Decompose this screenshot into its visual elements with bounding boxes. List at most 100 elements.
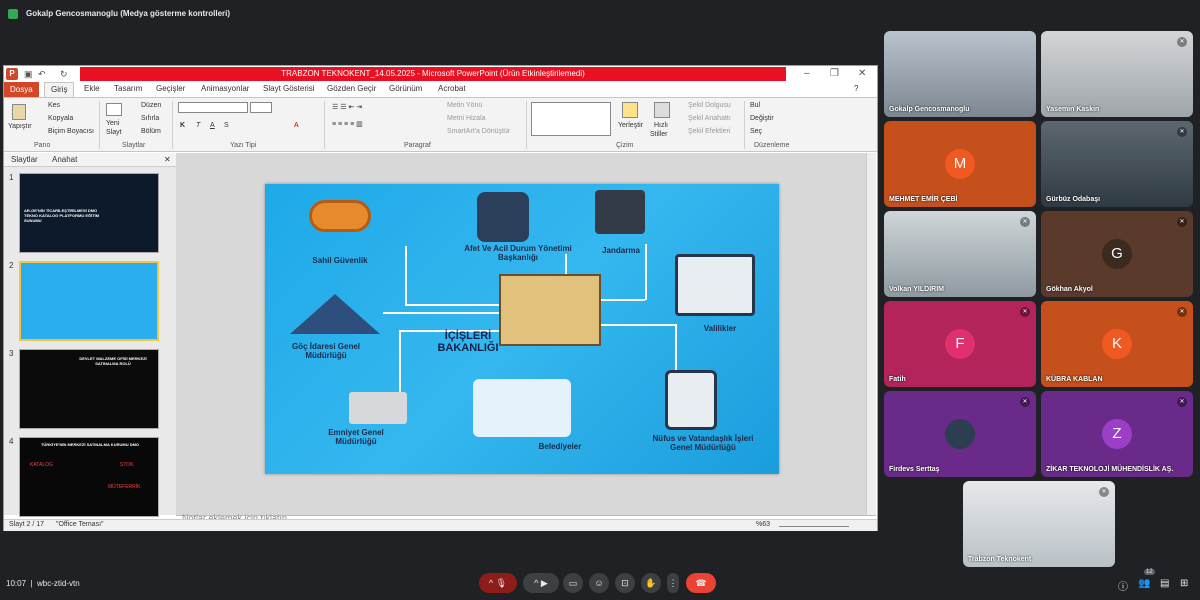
people-icon[interactable]: 👥	[1138, 578, 1150, 589]
font-family-select[interactable]	[178, 102, 248, 113]
tab-animasyonlar[interactable]: Animasyonlar	[201, 84, 249, 93]
save-icon[interactable]: ▣	[24, 69, 33, 80]
minimize-icon[interactable]: –	[804, 68, 810, 79]
bullets-icon[interactable]: ☰ ☰ ⇤ ⇥	[332, 103, 362, 111]
text-direction-button[interactable]: Metin Yönü	[447, 102, 482, 109]
underline-icon[interactable]: A	[210, 122, 215, 129]
new-slide-button[interactable]: Yeni	[106, 120, 119, 127]
paste-button[interactable]: Yapıştır	[8, 123, 32, 130]
tab-gorunum[interactable]: Görünüm	[389, 84, 422, 93]
tent-illustration	[290, 294, 380, 334]
muted-mic-icon: ✕	[1020, 307, 1030, 317]
meeting-controls: 10:07 | wbc-ztid-vtn ^ 🎙 ^ ▶ ▭ ☺ ⊡ ✋ ⋮ ☎…	[0, 566, 1200, 600]
tab-gozden-gecir[interactable]: Gözden Geçir	[327, 84, 376, 93]
participant-name: Fatih	[889, 376, 906, 383]
select-button[interactable]: Seç	[750, 128, 762, 135]
italic-icon[interactable]: T	[196, 122, 200, 129]
activities-icon[interactable]: ⊞	[1180, 578, 1188, 589]
paste-icon[interactable]	[12, 104, 26, 120]
vertical-scrollbar[interactable]	[866, 153, 876, 515]
zoom-level[interactable]: %63	[756, 521, 770, 528]
avatar	[945, 419, 975, 449]
participant-tile[interactable]: ✕ Z ZİKAR TEKNOLOJİ MÜHENDİSLİK AŞ.	[1041, 391, 1193, 477]
smartart-button[interactable]: SmartArt'a Dönüştür	[447, 128, 510, 135]
cut-button[interactable]: Kes	[48, 102, 60, 109]
section-button[interactable]: Bölüm	[141, 128, 161, 135]
maximize-icon[interactable]: ❐	[830, 68, 839, 79]
participant-tile[interactable]: ✕ F Fatih	[884, 301, 1036, 387]
arrange-icon[interactable]	[622, 102, 638, 118]
arrange-button[interactable]: Yerleştir	[618, 122, 643, 129]
slide-thumb-3[interactable]: DEVLET MALZEME OFİSİ MERKEZİ SATINALMA R…	[19, 349, 159, 429]
tab-dosya[interactable]: Dosya	[4, 82, 39, 97]
tab-slaytlar[interactable]: Slaytlar	[11, 155, 38, 164]
format-painter-button[interactable]: Biçim Boyacısı	[48, 128, 94, 135]
participant-tile[interactable]: M MEHMET EMİR ÇEBİ	[884, 121, 1036, 207]
thumb-number: 1	[9, 173, 14, 182]
participant-tile[interactable]: ✕ Volkan YILDIRIM	[884, 211, 1036, 297]
slide-thumb-2[interactable]	[19, 261, 159, 341]
shapes-gallery[interactable]	[531, 102, 611, 136]
bold-icon[interactable]: K	[180, 122, 185, 129]
meeting-code[interactable]: wbc-ztid-vtn	[37, 579, 80, 588]
pane-tabs: Slaytlar Anahat ✕	[4, 153, 176, 167]
redo-icon[interactable]: ↻	[60, 69, 68, 80]
info-icon[interactable]: ⓘ	[1118, 578, 1128, 593]
participant-tile[interactable]: ✕ G Gökhan Akyol	[1041, 211, 1193, 297]
participant-tile[interactable]: ✕ Firdevs Serttaş	[884, 391, 1036, 477]
layout-button[interactable]: Düzen	[141, 102, 161, 109]
tab-giris[interactable]: Giriş	[44, 82, 75, 97]
align-icons[interactable]: ≡ ≡ ≡ ≡ ▥	[332, 120, 363, 128]
tab-slayt-gosterisi[interactable]: Slayt Gösterisi	[263, 84, 315, 93]
strikethrough-icon[interactable]: S	[224, 122, 229, 129]
zoom-slider[interactable]	[779, 526, 849, 527]
copy-button[interactable]: Kopyala	[48, 115, 73, 122]
slide-thumb-4[interactable]: TÜRKİYE'NİN MERKEZİ SATINALMA KURUMU DMO…	[19, 437, 159, 517]
undo-icon[interactable]: ↶	[38, 69, 46, 80]
tab-tasarim[interactable]: Tasarım	[114, 84, 142, 93]
reset-button[interactable]: Sıfırla	[141, 115, 159, 122]
font-size-select[interactable]	[250, 102, 272, 113]
new-slide-icon[interactable]	[106, 103, 122, 116]
captions-button[interactable]: ▭	[563, 573, 583, 593]
camera-button[interactable]: ^ ▶	[523, 573, 559, 593]
label-afet: Afet Ve Acil Durum Yönetimi Başkanlığı	[464, 244, 572, 262]
align-text-button[interactable]: Metni Hizala	[447, 115, 486, 122]
slide-thumb-1[interactable]: AR-GE'NİN TİCARİLEŞTİRİLMESİ DMO TEKNO K…	[19, 173, 159, 253]
participant-tile[interactable]: Gokalp Gencosmanoglu	[884, 31, 1036, 117]
shape-outline-button[interactable]: Şekil Anahattı	[688, 115, 731, 122]
more-options-button[interactable]: ⋮	[667, 573, 679, 593]
quick-styles-icon[interactable]	[654, 102, 670, 118]
quick-styles-button[interactable]: Hızlı	[654, 122, 668, 129]
find-button[interactable]: Bul	[750, 102, 760, 109]
participant-tile[interactable]: ✕ Yasemin Kaskin	[1041, 31, 1193, 117]
emoji-button[interactable]: ☺	[589, 573, 609, 593]
participant-tile[interactable]: ✕ K KÜBRA KABLAN	[1041, 301, 1193, 387]
close-pane-icon[interactable]: ✕	[164, 155, 171, 164]
replace-button[interactable]: Değiştir	[750, 115, 774, 122]
tab-gecisler[interactable]: Geçişler	[156, 84, 185, 93]
tab-acrobat[interactable]: Acrobat	[438, 84, 466, 93]
help-icon[interactable]: ?	[854, 84, 858, 93]
leave-call-button[interactable]: ☎	[686, 573, 716, 593]
current-slide[interactable]: Sahil Güvenlik Afet Ve Acil Durum Yöneti…	[265, 184, 779, 474]
shape-fill-button[interactable]: Şekil Dolgusu	[688, 102, 731, 109]
mic-button[interactable]: ^ 🎙	[479, 573, 517, 593]
participant-tile[interactable]: ✕ Trabzon Teknokent	[963, 481, 1115, 567]
laptop-cloud-illustration	[675, 254, 755, 316]
new-slide-button-2[interactable]: Slayt	[106, 129, 122, 136]
tab-ekle[interactable]: Ekle	[84, 84, 100, 93]
group-cizim-label: Çizim	[616, 142, 634, 149]
shape-effects-button[interactable]: Şekil Efektleri	[688, 128, 730, 135]
participant-tile[interactable]: ✕ Gürbüz Odabaşı	[1041, 121, 1193, 207]
tab-anahat[interactable]: Anahat	[52, 155, 77, 164]
raise-hand-button[interactable]: ✋	[641, 573, 661, 593]
chat-icon[interactable]: ▤	[1160, 578, 1169, 589]
close-icon[interactable]: ✕	[858, 68, 866, 79]
font-color-icon[interactable]: A	[294, 122, 299, 129]
quick-styles-button-2[interactable]: Stiller	[650, 131, 668, 138]
present-button[interactable]: ⊡	[615, 573, 635, 593]
screen-share-icon	[8, 9, 18, 19]
presenter-label[interactable]: Gokalp Gencosmanoglu (Medya gösterme kon…	[26, 9, 230, 18]
label-jandarma: Jandarma	[602, 246, 640, 255]
